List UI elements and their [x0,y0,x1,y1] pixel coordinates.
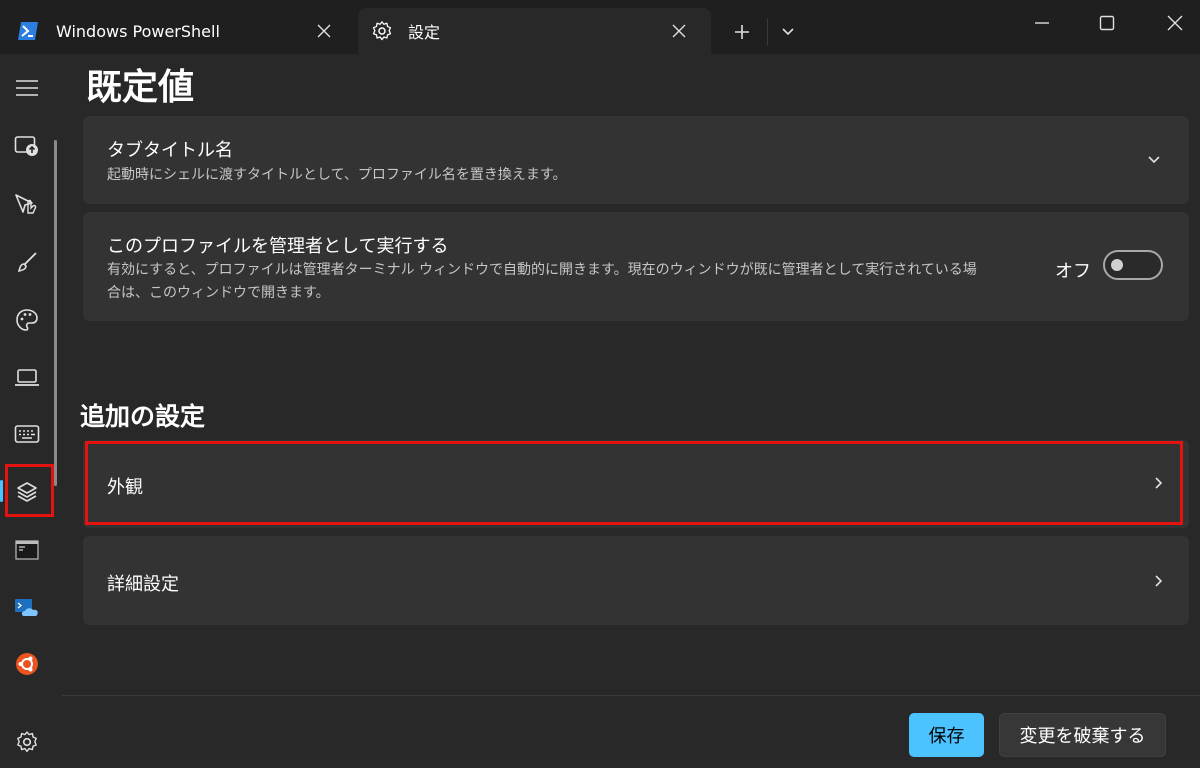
powershell-icon [16,19,40,43]
setting-title: 詳細設定 [107,574,179,595]
keyboard-icon [14,425,40,443]
setting-description-line-2: 合は、このウィンドウで開きます。 [107,285,330,301]
sidebar-item-startup[interactable] [6,126,48,166]
page-title: 既定値 [86,67,195,108]
settings-content: 既定値 タブタイトル名 起動時にシェルに渡すタイトルとして、プロファイル名を置き… [0,54,1200,768]
nav-menu-button[interactable] [6,68,48,108]
discard-changes-button[interactable]: 変更を破棄する [999,713,1166,757]
setting-description-line-1: 有効にすると、プロファイルは管理者ターミナル ウィンドウで自動的に開きます。現在… [107,262,977,278]
sidebar-item-appearance[interactable] [6,242,48,282]
sidebar-item-color-schemes[interactable] [6,300,48,340]
sidebar-item-profile-defaults[interactable] [6,472,48,512]
tab-settings[interactable]: 設定 [358,8,711,54]
rendering-laptop-icon [15,369,39,386]
tab-close-icon[interactable] [312,19,336,43]
tab-close-icon[interactable] [667,19,691,43]
sidebar-item-rendering[interactable] [6,358,48,398]
settings-gear-icon [17,731,37,753]
sidebar-item-settings[interactable] [6,722,48,762]
sidebar-item-ubuntu[interactable] [6,644,48,684]
setting-title: このプロファイルを管理者として実行する [107,236,449,257]
selected-indicator [0,480,3,502]
command-prompt-icon [15,540,39,560]
setting-card-run-as-admin: このプロファイルを管理者として実行する 有効にすると、プロファイルは管理者ターミ… [83,212,1189,321]
tab-dropdown-button[interactable] [774,18,802,46]
toggle-knob [1111,259,1123,271]
run-as-admin-toggle[interactable] [1103,250,1163,280]
setting-description: 起動時にシェルに渡すタイトルとして、プロファイル名を置き換えます。 [107,167,567,183]
tab-windows-powershell[interactable]: Windows PowerShell [0,8,352,54]
setting-card-advanced[interactable]: 詳細設定 [83,536,1189,625]
sidebar-scrollbar[interactable] [54,140,57,486]
chevron-down-icon [782,28,794,36]
tab-label: 設定 [408,23,441,42]
chevron-right-icon [1149,571,1169,591]
ubuntu-icon [16,653,38,675]
setting-title: 外観 [107,477,143,498]
toggle-state-label: オフ [1055,261,1091,282]
appearance-brush-icon [17,252,37,273]
maximize-button[interactable] [1090,8,1124,38]
save-button[interactable]: 保存 [909,713,984,757]
minimize-icon [1035,22,1049,24]
minimize-button[interactable] [1025,8,1059,38]
interaction-icon [15,194,37,214]
gear-icon [370,19,394,43]
sidebar-item-actions[interactable] [6,414,48,454]
setting-card-appearance[interactable]: 外観 [83,440,1189,528]
startup-icon [14,136,38,156]
azure-cloud-shell-icon [15,599,38,616]
close-icon [1167,15,1183,31]
setting-card-tab-title[interactable]: タブタイトル名 起動時にシェルに渡すタイトルとして、プロファイル名を置き換えます… [83,116,1189,204]
chevron-down-icon[interactable] [1144,150,1164,170]
chevron-right-icon [1149,473,1169,493]
maximize-icon [1099,15,1115,31]
footer-divider [62,695,1200,696]
close-window-button[interactable] [1158,8,1192,38]
sidebar-item-azure-cloud-shell[interactable] [6,588,48,628]
sidebar-item-command-prompt[interactable] [6,530,48,570]
profile-defaults-layers-icon [17,482,37,502]
plus-icon [735,25,749,39]
hamburger-menu-icon [16,80,38,96]
section-heading: 追加の設定 [80,402,206,431]
tab-label: Windows PowerShell [56,21,220,41]
setting-title: タブタイトル名 [107,140,233,161]
tab-separator [767,18,768,46]
color-palette-icon [16,309,38,331]
title-bar: Windows PowerShell 設定 [0,0,1200,54]
new-tab-button[interactable] [728,18,756,46]
sidebar-item-interaction[interactable] [6,184,48,224]
